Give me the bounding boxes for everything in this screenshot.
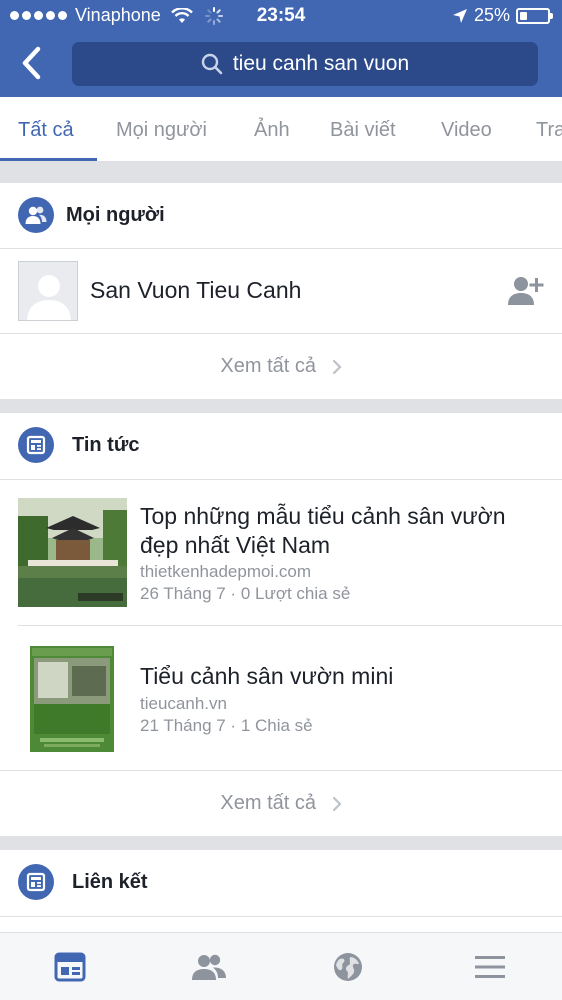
battery-icon xyxy=(516,7,553,24)
add-friend-icon[interactable] xyxy=(508,275,544,307)
divider xyxy=(0,916,562,917)
friends-icon xyxy=(192,954,226,980)
header: Vinaphone 23:54 25% tieu canh san vuon xyxy=(0,0,562,97)
tab-more[interactable]: Tra xyxy=(536,97,562,161)
tab-people[interactable]: Mọi người xyxy=(116,97,207,161)
people-section-header: Mọi người xyxy=(0,183,562,247)
links-section-header: Liên kết xyxy=(0,850,562,914)
mini-garden-image xyxy=(18,644,127,753)
news-icon xyxy=(18,427,54,463)
person-name[interactable]: San Vuon Tieu Canh xyxy=(90,277,301,304)
links-section-title: Liên kết xyxy=(72,870,148,893)
news-see-all-link[interactable]: Xem tất cả xyxy=(0,770,562,836)
links-section: Liên kết xyxy=(0,850,562,932)
news-feed-tab[interactable] xyxy=(50,947,90,987)
location-arrow-icon xyxy=(452,8,467,23)
menu-icon xyxy=(475,956,505,978)
see-all-label: Xem tất cả xyxy=(220,792,317,814)
people-section: Mọi người San Vuon Tieu Canh Xem tất cả xyxy=(0,183,562,399)
status-bar: Vinaphone 23:54 25% xyxy=(0,0,562,32)
news-meta: 26 Tháng 7 · 0 Lượt chia sẻ xyxy=(140,584,351,603)
chevron-right-icon xyxy=(332,359,342,374)
chevron-left-icon[interactable] xyxy=(18,44,48,82)
tab-videos[interactable]: Video xyxy=(441,97,492,161)
notifications-tab[interactable] xyxy=(328,947,368,987)
news-item[interactable]: Tiểu cảnh sân vườn mini tieucanh.vn 21 T… xyxy=(0,626,562,771)
news-feed-icon xyxy=(54,952,86,982)
screen: Vinaphone 23:54 25% tieu canh san vuon T… xyxy=(0,0,562,1000)
search-query: tieu canh san vuon xyxy=(232,52,410,75)
battery-fill xyxy=(520,11,527,20)
people-section-title: Mọi người xyxy=(66,203,165,226)
news-icon xyxy=(18,864,54,900)
search-input[interactable]: tieu canh san vuon xyxy=(72,42,538,86)
chevron-right-icon xyxy=(332,796,342,811)
news-domain: thietkenhadepmoi.com xyxy=(140,562,312,581)
menu-tab[interactable] xyxy=(470,947,510,987)
news-section-title: Tin tức xyxy=(72,433,140,456)
filter-tabs: Tất cả Mọi người Ảnh Bài viết Video Tra xyxy=(0,97,562,162)
search-icon xyxy=(201,53,223,75)
person-result-row[interactable]: San Vuon Tieu Canh xyxy=(0,249,562,333)
news-item[interactable]: Top những mẫu tiểu cảnh sân vườn đẹp nhấ… xyxy=(0,480,562,625)
status-right: 25% xyxy=(452,5,553,26)
news-section: Tin tức Top những mẫu tiểu cảnh sân vườn… xyxy=(0,413,562,836)
news-title[interactable]: Tiểu cảnh sân vườn mini xyxy=(140,662,550,691)
news-thumbnail-garden-pavilion[interactable] xyxy=(18,498,127,607)
default-avatar-icon xyxy=(19,262,77,320)
tab-all[interactable]: Tất cả xyxy=(18,97,74,161)
news-title[interactable]: Top những mẫu tiểu cảnh sân vườn đẹp nhấ… xyxy=(140,502,550,560)
people-icon xyxy=(18,197,54,233)
battery-percent: 25% xyxy=(473,5,510,25)
tab-posts[interactable]: Bài viết xyxy=(330,97,396,161)
tab-photos[interactable]: Ảnh xyxy=(254,97,290,161)
friends-tab[interactable] xyxy=(189,947,229,987)
news-thumbnail-mini-garden[interactable] xyxy=(18,644,127,753)
see-all-label: Xem tất cả xyxy=(220,355,317,377)
news-domain: tieucanh.vn xyxy=(140,694,227,713)
avatar[interactable] xyxy=(18,261,78,321)
news-meta: 21 Tháng 7 · 1 Chia sẻ xyxy=(140,716,313,735)
globe-icon xyxy=(334,953,362,981)
active-tab-indicator xyxy=(0,158,97,161)
people-see-all-link[interactable]: Xem tất cả xyxy=(0,333,562,399)
garden-pavilion-image xyxy=(18,498,127,607)
news-section-header: Tin tức xyxy=(0,413,562,477)
bottom-tab-bar xyxy=(0,932,562,1000)
